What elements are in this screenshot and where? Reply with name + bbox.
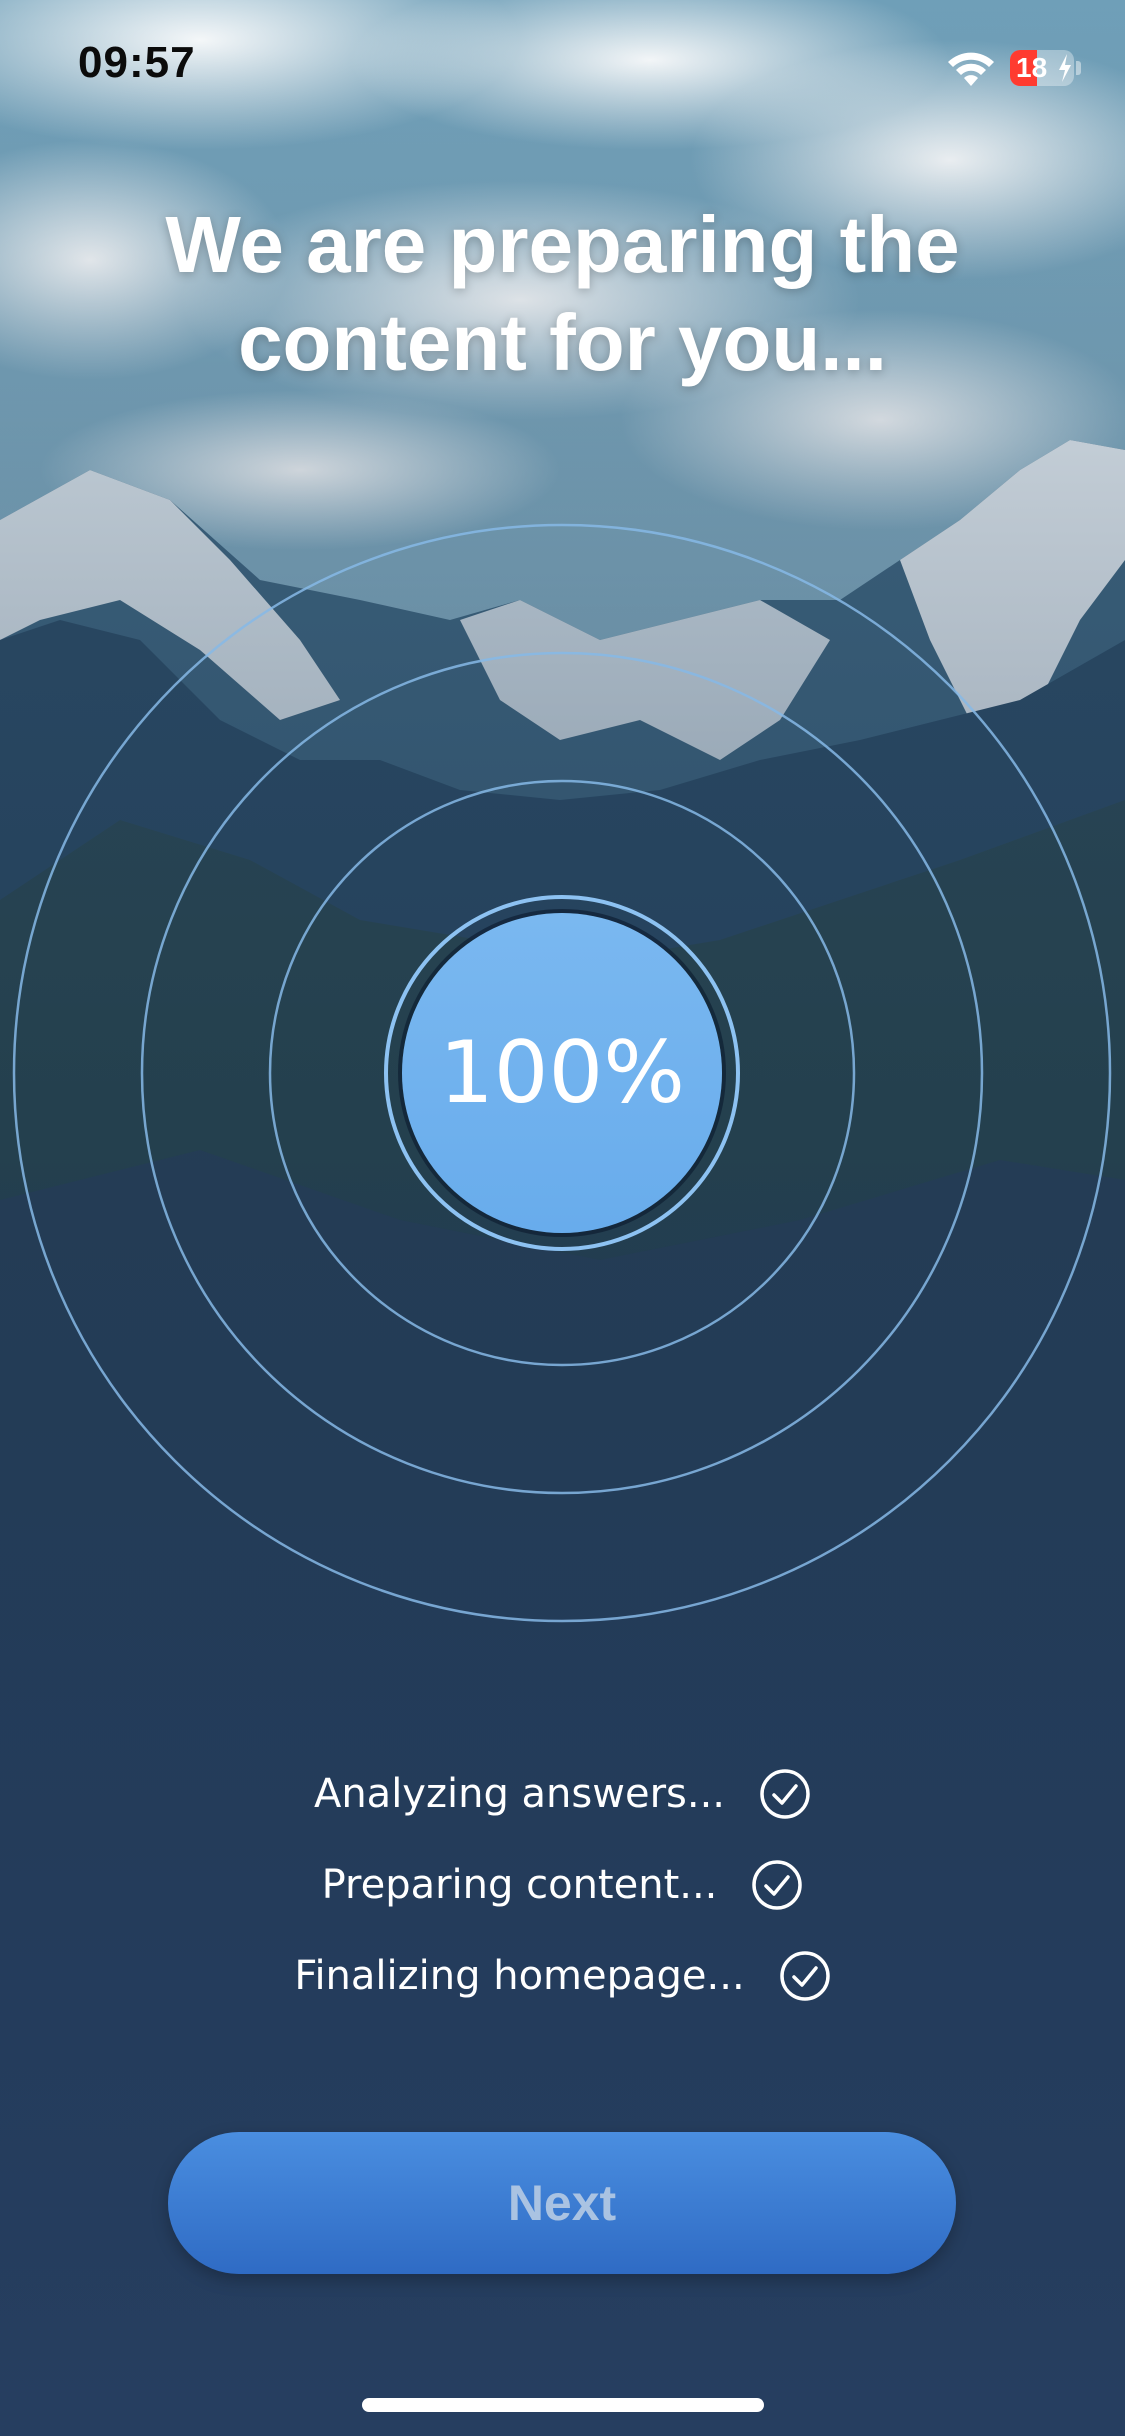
progress-fill: 100% — [402, 913, 722, 1233]
check-circle-icon — [779, 1950, 830, 2001]
page-title-line-2: content for you... — [238, 298, 887, 387]
progress-indicator: 100% — [384, 895, 740, 1251]
step-preparing-content: Preparing content... — [0, 1839, 1125, 1930]
next-button-label: Next — [507, 2175, 617, 2231]
bolt-icon — [1059, 54, 1071, 82]
step-analyzing-answers: Analyzing answers... — [0, 1748, 1125, 1839]
page-title: We are preparing the content for you... — [60, 196, 1065, 392]
progress-percentage: 100% — [439, 1023, 685, 1123]
battery-percentage: 18 — [1016, 52, 1048, 83]
status-time: 09:57 — [78, 38, 196, 87]
battery-indicator: 18 — [1010, 50, 1074, 86]
check-circle-icon — [752, 1859, 803, 1910]
page-title-line-1: We are preparing the — [165, 200, 960, 289]
loading-screen: 09:57 18 We are preparing the content fo… — [0, 0, 1125, 2436]
next-button[interactable]: Next — [168, 2132, 956, 2274]
steps-list: Analyzing answers... Preparing content..… — [0, 1748, 1125, 2021]
step-label: Preparing content... — [321, 1861, 718, 1908]
battery-cap — [1076, 61, 1081, 75]
step-finalizing-homepage: Finalizing homepage... — [0, 1930, 1125, 2021]
step-label: Analyzing answers... — [313, 1770, 726, 1817]
home-indicator[interactable] — [362, 2398, 764, 2412]
wifi-icon — [948, 52, 994, 86]
check-circle-icon — [760, 1768, 810, 1819]
step-label: Finalizing homepage... — [294, 1952, 745, 1999]
status-bar: 09:57 18 — [0, 0, 1125, 140]
